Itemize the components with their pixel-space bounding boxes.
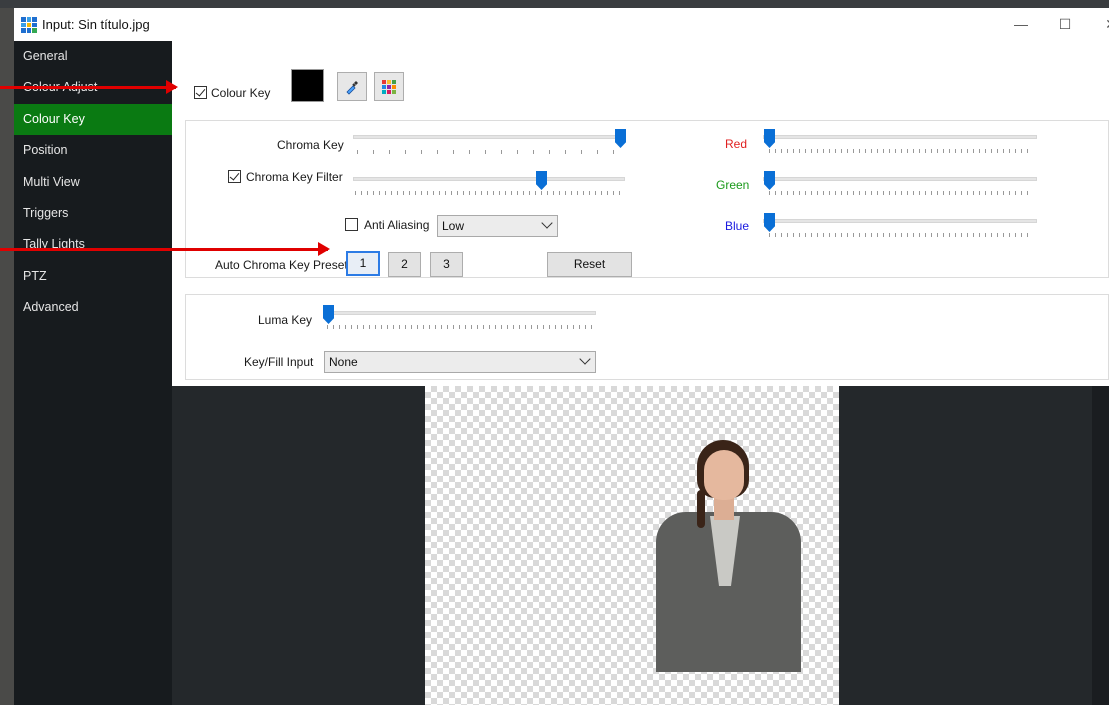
chroma-key-filter-label: Chroma Key Filter <box>246 170 343 184</box>
person-braid <box>697 490 705 528</box>
luma-key-slider-ticks <box>327 325 593 329</box>
key-fill-input-select[interactable]: None <box>324 351 596 373</box>
chroma-key-label: Chroma Key <box>277 138 344 152</box>
color-palette-icon <box>382 79 396 94</box>
chroma-key-filter-slider-thumb[interactable] <box>536 171 547 190</box>
anti-aliasing-label: Anti Aliasing <box>364 218 430 232</box>
key-fill-input-value: None <box>329 355 358 369</box>
luma-key-label: Luma Key <box>258 313 313 327</box>
colour-key-label: Colour Key <box>211 86 271 100</box>
sidebar-item-general[interactable]: General <box>14 41 172 72</box>
chroma-key-slider-track[interactable] <box>353 135 625 139</box>
chroma-key-slider-thumb[interactable] <box>615 129 626 148</box>
red-slider-track[interactable] <box>763 135 1037 139</box>
maximize-button[interactable]: ☐ <box>1048 14 1082 36</box>
sidebar: General Colour Adjust Colour Key Positio… <box>14 41 172 705</box>
chevron-down-icon <box>579 353 591 365</box>
green-slider-track[interactable] <box>763 177 1037 181</box>
color-palette-button[interactable] <box>374 72 404 101</box>
chroma-key-slider-ticks <box>357 150 621 154</box>
eyedropper-icon <box>346 80 358 95</box>
anti-aliasing-select[interactable]: Low <box>437 215 558 237</box>
preset-3-button[interactable]: 3 <box>430 252 463 277</box>
sidebar-item-multi-view[interactable]: Multi View <box>14 167 172 198</box>
luma-key-group: Luma Key Key/Fill Input None <box>185 294 1109 380</box>
auto-chroma-presets-label: Auto Chroma Key Presets <box>215 258 354 272</box>
colour-key-panel: Colour Key Chroma Key Chroma Key Filter <box>172 41 1109 386</box>
red-label: Red <box>725 137 748 151</box>
sidebar-item-position[interactable]: Position <box>14 135 172 166</box>
window-title: Input: Sin título.jpg <box>42 17 150 32</box>
annotation-arrow-colour-key <box>0 80 178 94</box>
blue-label: Blue <box>725 219 750 233</box>
chroma-key-filter-slider-ticks <box>355 191 623 195</box>
key-fill-input-label: Key/Fill Input <box>244 355 314 369</box>
luma-key-slider-thumb[interactable] <box>323 305 334 324</box>
keyed-person-image <box>650 440 805 672</box>
preset-2-button[interactable]: 2 <box>388 252 421 277</box>
minimize-button[interactable]: — <box>1004 14 1038 36</box>
chevron-down-icon <box>541 217 553 229</box>
red-slider-ticks <box>769 149 1033 153</box>
sidebar-item-tally-lights[interactable]: Tally Lights <box>14 229 172 260</box>
chroma-key-filter-slider-track[interactable] <box>353 177 625 181</box>
green-slider-thumb[interactable] <box>764 171 775 190</box>
sidebar-item-advanced[interactable]: Advanced <box>14 292 172 323</box>
blue-slider-thumb[interactable] <box>764 213 775 232</box>
luma-key-slider-track[interactable] <box>324 311 596 315</box>
colour-key-checkbox[interactable] <box>194 86 207 99</box>
background-left-edge <box>0 8 14 705</box>
key-color-swatch[interactable] <box>291 69 324 102</box>
green-slider-ticks <box>769 191 1033 195</box>
person-face <box>704 450 744 500</box>
sidebar-item-colour-key[interactable]: Colour Key <box>14 103 172 136</box>
preview-scrollbar[interactable] <box>1092 386 1109 705</box>
background-strip <box>0 0 1109 8</box>
red-slider-thumb[interactable] <box>764 129 775 148</box>
app-grid-icon <box>21 17 37 33</box>
reset-button[interactable]: Reset <box>547 252 632 277</box>
blue-slider-ticks <box>769 233 1033 237</box>
chroma-key-filter-checkbox[interactable] <box>228 170 241 183</box>
anti-aliasing-checkbox[interactable] <box>345 218 358 231</box>
green-label: Green <box>716 178 750 192</box>
blue-slider-track[interactable] <box>763 219 1037 223</box>
sidebar-item-ptz[interactable]: PTZ <box>14 261 172 292</box>
eyedropper-button[interactable] <box>337 72 367 101</box>
sidebar-item-triggers[interactable]: Triggers <box>14 198 172 229</box>
anti-aliasing-value: Low <box>442 219 465 233</box>
close-button[interactable]: ✕ <box>1094 14 1109 36</box>
title-bar: Input: Sin título.jpg — ☐ ✕ <box>14 8 1109 41</box>
annotation-arrow-presets <box>0 242 330 256</box>
preset-1-button[interactable]: 1 <box>346 251 380 276</box>
